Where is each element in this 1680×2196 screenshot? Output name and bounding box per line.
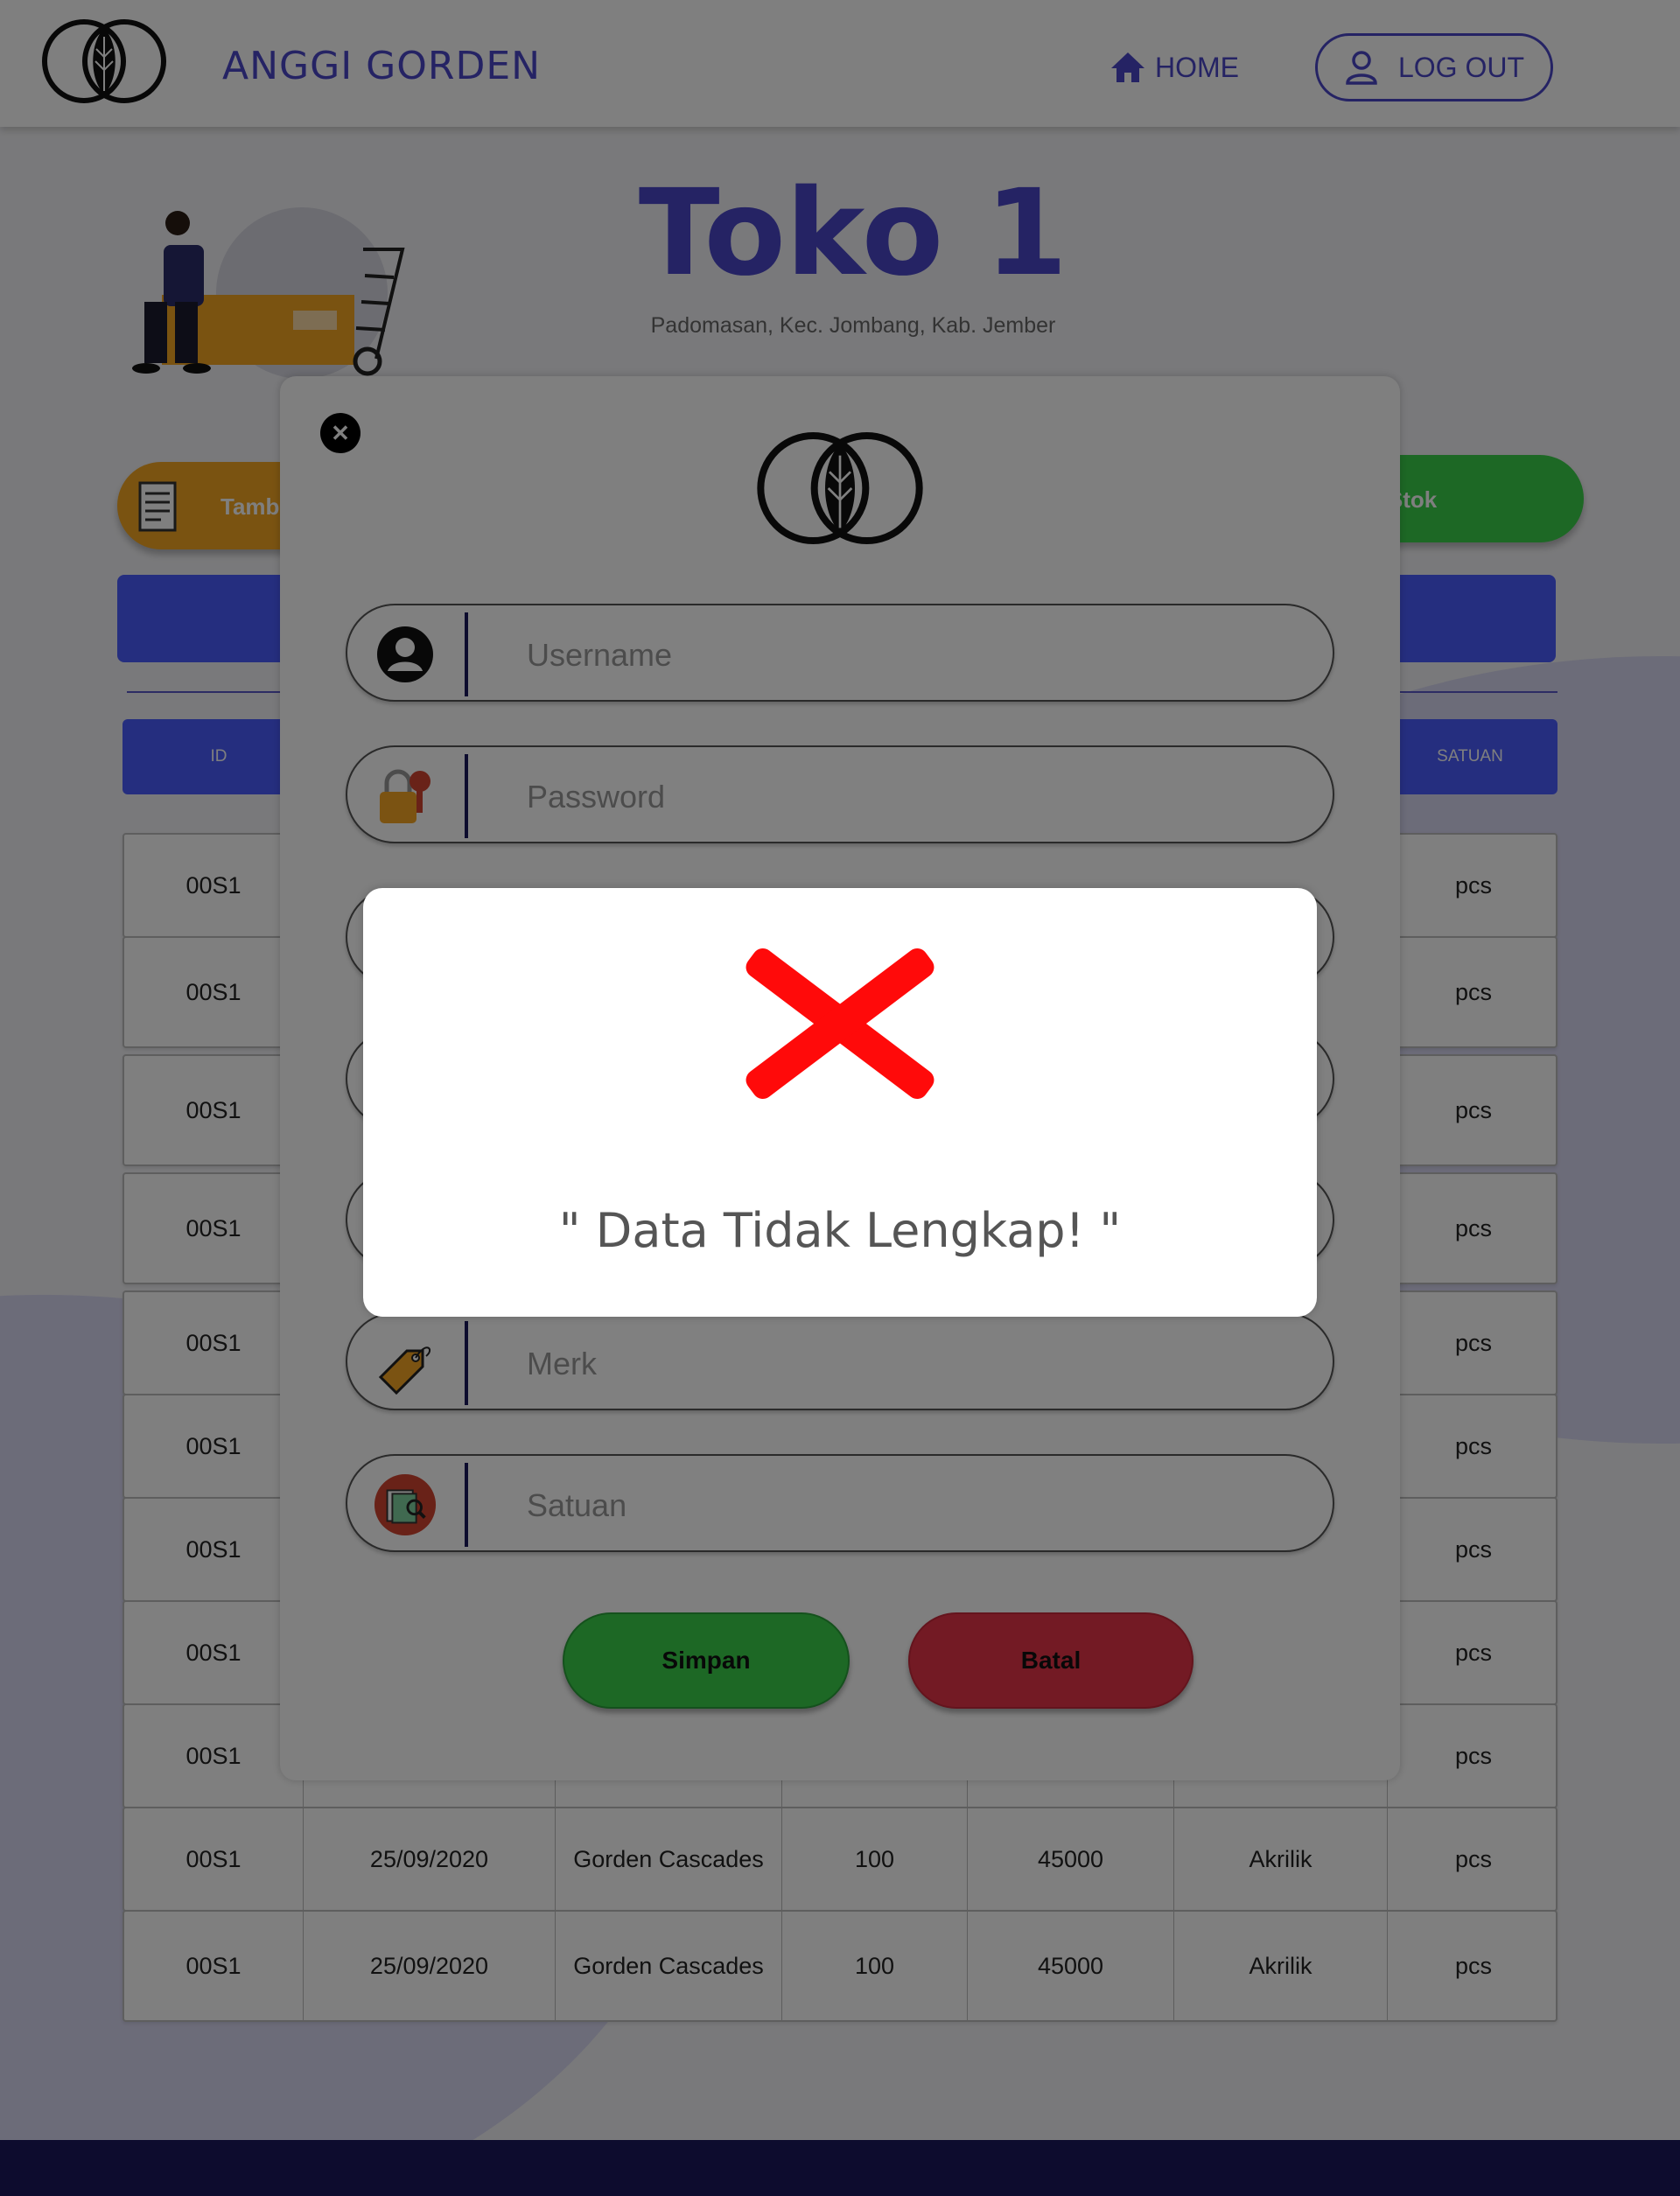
- field-divider: [465, 1321, 468, 1405]
- username-field[interactable]: Username: [346, 604, 1334, 702]
- field-divider: [465, 754, 468, 838]
- password-field[interactable]: Password: [346, 745, 1334, 843]
- merk-field[interactable]: Merk: [346, 1312, 1334, 1410]
- error-x-icon: [746, 948, 934, 1100]
- alert-message: " Data Tidak Lengkap! ": [558, 1203, 1122, 1258]
- field-divider: [465, 1463, 468, 1547]
- error-alert: " Data Tidak Lengkap! ": [363, 888, 1317, 1317]
- satuan-placeholder: Satuan: [527, 1487, 627, 1523]
- cancel-button[interactable]: Batal: [908, 1612, 1194, 1709]
- brand-logo-icon: [757, 432, 923, 544]
- satuan-field[interactable]: Satuan: [346, 1454, 1334, 1552]
- close-icon[interactable]: ✕: [320, 413, 360, 453]
- merk-placeholder: Merk: [527, 1346, 597, 1381]
- save-button[interactable]: Simpan: [563, 1612, 850, 1709]
- password-placeholder: Password: [527, 779, 666, 815]
- field-divider: [465, 612, 468, 696]
- price-tag-icon: [374, 1332, 437, 1395]
- username-placeholder: Username: [527, 637, 673, 673]
- key-lock-icon: [374, 765, 437, 828]
- document-search-icon: [374, 1473, 437, 1536]
- user-icon: [374, 623, 437, 686]
